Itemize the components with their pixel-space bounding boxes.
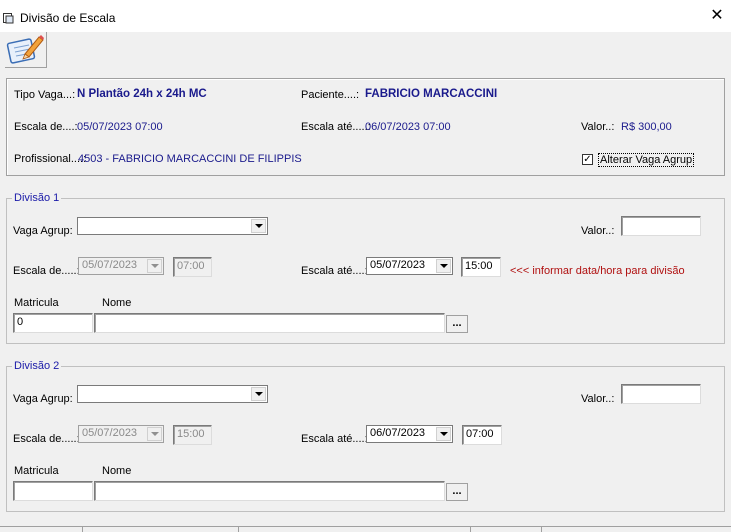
window-title: Divisão de Escala [20,11,116,25]
alterar-vaga-checkbox[interactable]: ✓ [582,154,593,165]
chevron-down-icon[interactable] [147,259,162,273]
close-icon[interactable]: ✕ [709,8,725,24]
escala-de-label: Escala de....: [14,121,78,133]
d2-escala-de-date[interactable]: 05/07/2023 [78,425,164,443]
bottom-divider [238,526,239,532]
d2-vaga-agrup-label: Vaga Agrup: [13,393,73,405]
d2-escala-ate-date-value: 06/07/2023 [370,427,426,439]
profissional-label: Profissional....: [14,153,87,165]
d2-escala-de-date-value: 05/07/2023 [82,427,138,439]
escala-ate-value: 06/07/2023 07:00 [365,121,451,133]
d1-escala-ate-time[interactable]: 15:00 [461,257,501,277]
d2-valor-label: Valor..: [581,393,615,405]
chevron-down-icon[interactable] [251,219,266,233]
window-icon [3,13,14,24]
d1-escala-de-date[interactable]: 05/07/2023 [78,257,164,275]
d1-escala-ate-date-value: 05/07/2023 [370,259,426,271]
d2-matricula-input[interactable] [13,481,93,501]
paciente-label: Paciente....: [301,89,360,101]
d1-nome-input[interactable] [94,313,445,333]
d2-vaga-agrup-select[interactable] [77,385,268,403]
d1-escala-de-date-value: 05/07/2023 [82,259,138,271]
profissional-value: 4503 - FABRICIO MARCACCINI DE FILIPPIS [78,153,302,165]
d1-warning-text: <<< informar data/hora para divisão [510,265,685,277]
bottom-divider [470,526,471,532]
bottom-divider [82,526,83,532]
divisao-2-title: Divisão 2 [12,360,62,372]
chevron-down-icon[interactable] [251,387,266,401]
d2-escala-ate-label: Escala até....: [301,433,368,445]
tipo-vaga-label: Tipo Vaga...: [14,89,76,101]
d1-escala-ate-label: Escala até....: [301,265,368,277]
d2-escala-ate-date[interactable]: 06/07/2023 [366,425,453,443]
d2-browse-button[interactable]: ... [446,483,468,501]
valor-label: Valor..: [581,121,615,133]
d2-escala-de-time[interactable]: 15:00 [173,425,212,445]
notepad-pencil-icon [6,35,44,64]
d2-matricula-label: Matricula [14,465,59,477]
d2-nome-input[interactable] [94,481,445,501]
d1-escala-de-time[interactable]: 07:00 [173,257,212,277]
d1-valor-label: Valor..: [581,225,615,237]
d2-valor-input[interactable] [621,384,701,404]
d1-valor-input[interactable] [621,216,701,236]
chevron-down-icon[interactable] [436,259,451,273]
bottom-button-bar [0,526,731,532]
notepad-pencil-button[interactable] [5,32,47,68]
chevron-down-icon[interactable] [147,427,162,441]
tipo-vaga-value: N Plantão 24h x 24h MC [77,88,207,100]
paciente-value: FABRICIO MARCACCINI [365,88,498,100]
d2-nome-label: Nome [102,465,132,477]
d1-browse-button[interactable]: ... [446,315,468,333]
bottom-divider [541,526,542,532]
alterar-vaga-label[interactable]: Alterar Vaga Agrup [598,153,695,167]
d1-nome-label: Nome [102,297,132,309]
d1-matricula-input[interactable]: 0 [13,313,93,333]
d1-vaga-agrup-select[interactable] [77,217,268,235]
d1-escala-ate-date[interactable]: 05/07/2023 [366,257,453,275]
d2-escala-de-label: Escala de.....: [13,433,80,445]
escala-ate-label: Escala até.....: [301,121,371,133]
valor-value: R$ 300,00 [621,121,672,133]
d1-escala-de-label: Escala de.....: [13,265,80,277]
d1-matricula-label: Matricula [14,297,59,309]
d2-escala-ate-time[interactable]: 07:00 [462,425,502,445]
d1-vaga-agrup-label: Vaga Agrup: [13,225,73,237]
chevron-down-icon[interactable] [436,427,451,441]
divisao-1-title: Divisão 1 [12,192,62,204]
escala-de-value: 05/07/2023 07:00 [77,121,163,133]
